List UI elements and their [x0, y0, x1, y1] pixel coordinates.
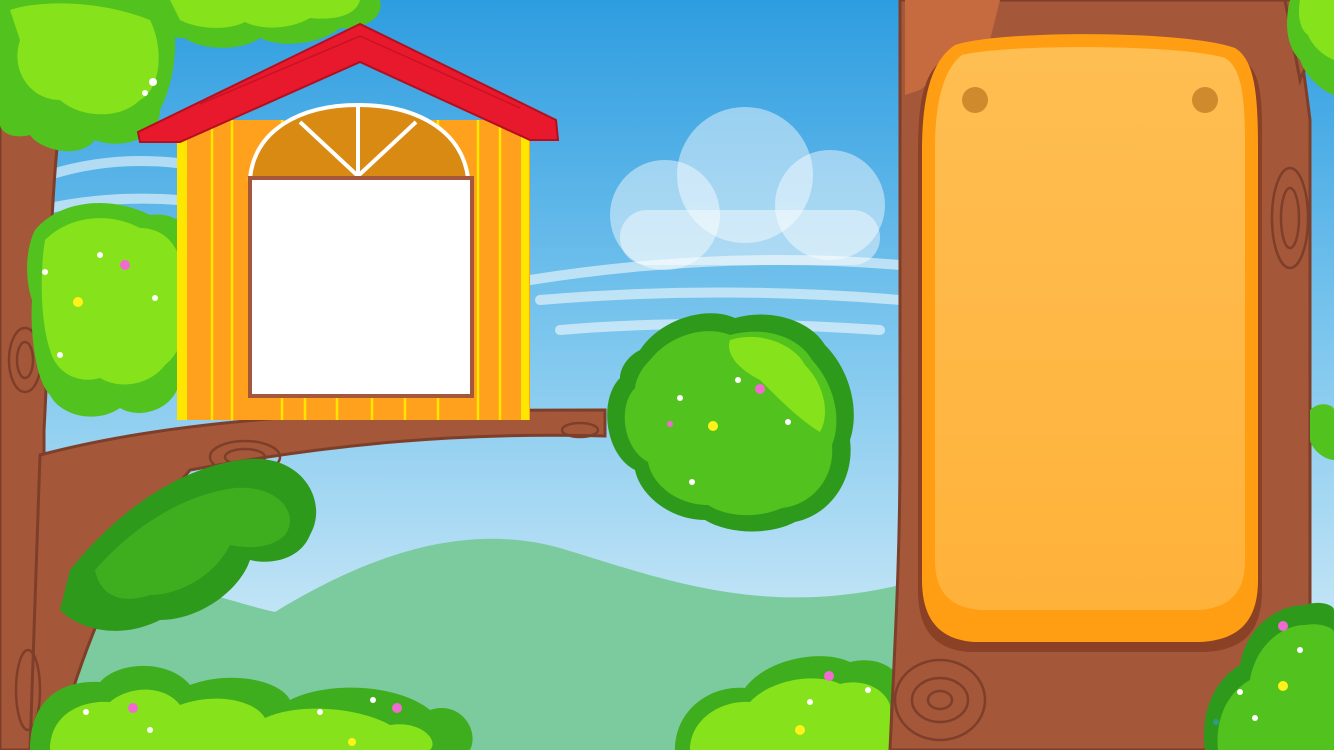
treehouse-window — [248, 176, 474, 398]
scene-canvas — [0, 0, 1334, 750]
game-scene — [0, 0, 1334, 750]
wooden-sign-face — [935, 47, 1245, 610]
wooden-sign-nail-right — [1192, 87, 1218, 113]
wooden-sign-nail-left — [962, 87, 988, 113]
wooden-sign-icon — [918, 34, 1263, 653]
